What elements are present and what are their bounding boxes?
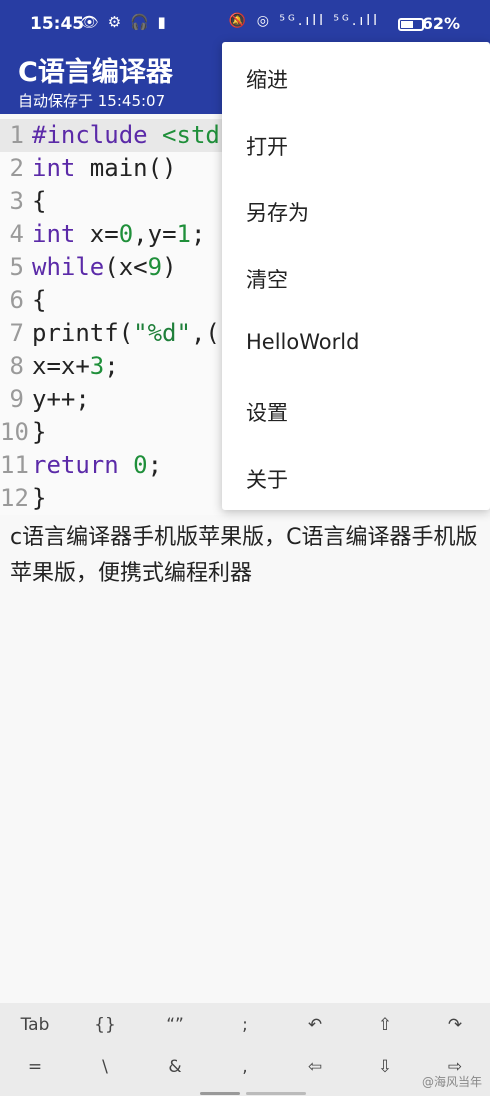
menu-item-label: 关于 <box>246 467 288 492</box>
code-text: x=x+3; <box>32 350 119 383</box>
code-token: int <box>32 154 76 182</box>
code-text: printf("%d",( <box>32 317 220 350</box>
menu-item[interactable]: 关于 <box>222 444 490 510</box>
code-token: ; <box>190 220 206 248</box>
code-token: <std <box>162 121 220 149</box>
line-number: 9 <box>9 385 24 413</box>
caption-text: c语言编译器手机版苹果版，C语言编译器手机版苹果版，便携式编程利器 <box>10 525 478 586</box>
code-token: 9 <box>147 253 163 281</box>
line-number: 4 <box>9 220 24 248</box>
line-number: 11 <box>0 451 29 479</box>
menu-item[interactable]: 打开 <box>222 111 490 177</box>
arrow-left-icon[interactable]: ⇦ <box>280 1047 350 1087</box>
menu-item-label: 清空 <box>246 267 288 292</box>
nav-handle-secondary <box>246 1092 306 1095</box>
code-token: while <box>32 253 105 281</box>
code-text: { <box>32 284 46 317</box>
line-number: 1 <box>9 121 24 149</box>
code-token: main() <box>75 154 177 182</box>
tab-key[interactable]: Tab <box>0 1005 70 1045</box>
code-token: (x< <box>104 253 148 281</box>
code-text: #include <std <box>32 119 220 152</box>
semicolon-key[interactable]: ; <box>210 1005 280 1045</box>
menu-item-label: 设置 <box>246 401 288 425</box>
overflow-menu: 缩进打开另存为清空 HelloWorld 设置关于 <box>222 42 490 510</box>
menu-item-label: HelloWorld <box>246 330 360 355</box>
status-time: 15:45 <box>30 14 85 34</box>
menu-item-label: 缩进 <box>246 68 288 92</box>
code-token: 0 <box>118 220 134 248</box>
status-signal-icons: 🔕 ◎ ⁵ᴳ.ıll ⁵ᴳ.ıll <box>228 13 380 29</box>
code-token: ) <box>162 253 177 281</box>
code-token: } <box>32 418 47 446</box>
undo-icon[interactable]: ↶ <box>280 1005 350 1045</box>
code-token: 1 <box>176 220 191 248</box>
code-token: ,( <box>190 319 220 347</box>
line-number: 10 <box>0 418 29 446</box>
menu-item[interactable]: 设置 <box>222 377 490 443</box>
ampersand-key[interactable]: & <box>140 1047 210 1087</box>
nav-handle[interactable] <box>200 1092 240 1095</box>
code-token: int <box>32 220 76 248</box>
code-token: { <box>32 187 47 215</box>
comma-key[interactable]: , <box>210 1047 280 1087</box>
autosave-status: 自动保存于 15:45:07 <box>18 92 166 110</box>
code-token: x=x+ <box>32 352 90 380</box>
code-token: #include <box>32 121 163 149</box>
code-token: { <box>32 286 47 314</box>
menu-item[interactable]: 清空 <box>222 244 490 310</box>
menu-item[interactable]: 另存为 <box>222 177 490 243</box>
code-token: ; <box>104 352 119 380</box>
status-bar: 15:45 👁 ⚙ 🎧 ▮ 🔕 ◎ ⁵ᴳ.ıll ⁵ᴳ.ıll 62% <box>0 0 490 48</box>
watermark: @海风当年 <box>421 1075 482 1089</box>
line-number: 8 <box>9 352 24 380</box>
line-number: 2 <box>9 154 24 182</box>
code-token: ,y= <box>133 220 177 248</box>
status-notification-icons: 👁 ⚙ 🎧 ▮ <box>80 13 168 31</box>
braces-key[interactable]: {} <box>70 1005 140 1045</box>
line-number: 3 <box>9 187 24 215</box>
battery-icon <box>398 18 424 31</box>
menu-item[interactable]: 缩进 <box>222 44 490 110</box>
code-text: y++; <box>32 383 90 416</box>
code-text: } <box>32 482 46 515</box>
code-text: while(x<9) <box>32 251 177 284</box>
code-text: { <box>32 185 46 218</box>
shift-up-icon[interactable]: ⇧ <box>350 1005 420 1045</box>
arrow-down-icon[interactable]: ⇩ <box>350 1047 420 1087</box>
battery-percent: 62% <box>421 14 460 33</box>
code-token: ; <box>147 451 163 479</box>
code-token: } <box>32 484 47 512</box>
redo-icon[interactable]: ↷ <box>420 1005 490 1045</box>
menu-item[interactable]: HelloWorld <box>222 310 490 376</box>
menu-item-label: 打开 <box>246 134 288 159</box>
line-number: 5 <box>9 253 24 281</box>
equals-key[interactable]: = <box>0 1047 70 1087</box>
code-token: x= <box>75 220 119 248</box>
code-text: return 0; <box>32 449 162 482</box>
app-title: C语言编译器 <box>18 57 173 88</box>
line-number: 12 <box>0 484 29 512</box>
code-token: 3 <box>89 352 105 380</box>
code-text: int x=0,y=1; <box>32 218 205 251</box>
code-token: 0 <box>133 451 148 479</box>
quotes-key[interactable]: “” <box>140 1005 210 1045</box>
line-number: 6 <box>9 286 24 314</box>
code-token: y++; <box>32 385 90 413</box>
backslash-key[interactable]: \ <box>70 1047 140 1087</box>
code-text: } <box>32 416 46 449</box>
extra-keys-bar: Tab{} “”; ↶ ⇧ ↷ = \ &, ⇦ ⇩ ⇨ <box>0 1003 490 1096</box>
menu-item-label: 另存为 <box>246 201 309 226</box>
code-token: printf( <box>32 319 134 347</box>
line-number: 7 <box>9 319 24 347</box>
code-token: return <box>32 451 119 479</box>
code-text: int main() <box>32 152 177 185</box>
code-token: "%d" <box>133 319 191 347</box>
